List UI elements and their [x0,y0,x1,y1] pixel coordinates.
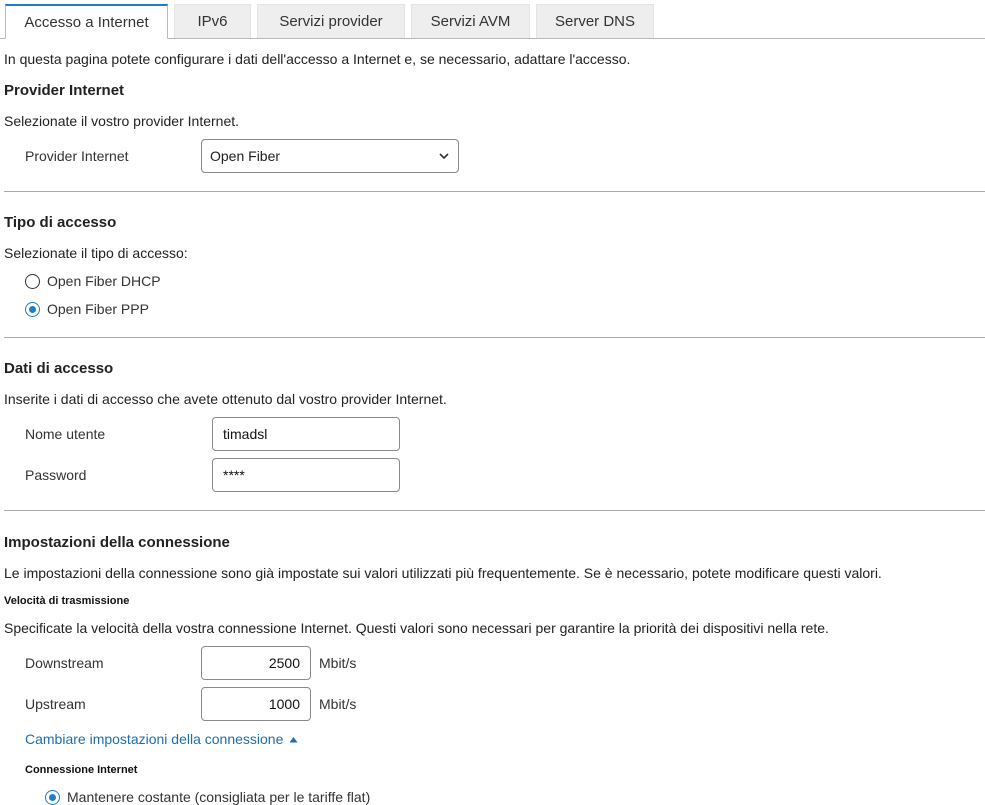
radio-label-keep-constant[interactable]: Mantenere costante (consigliata per le t… [67,789,370,805]
downstream-value: 2500 [268,655,300,671]
provider-selected-value: Open Fiber [210,148,281,164]
radio-open-fiber-ppp[interactable] [25,302,40,317]
tab-bar: Accesso a Internet IPv6 Servizi provider… [0,0,985,39]
tab-label: IPv6 [197,13,228,30]
downstream-unit: Mbit/s [319,655,357,671]
provider-select[interactable]: Open Fiber [201,139,459,173]
access-type-heading: Tipo di accesso [4,214,117,231]
change-connection-settings-link[interactable]: Cambiare impostazioni della connessione [25,731,298,747]
username-label: Nome utente [25,426,106,442]
tab-ipv6[interactable]: IPv6 [174,4,251,38]
tab-server-dns[interactable]: Server DNS [536,4,654,38]
credentials-heading: Dati di accesso [4,360,114,377]
username-value: timadsl [223,426,268,442]
divider [4,191,985,192]
connection-description: Le impostazioni della connessione sono g… [4,565,882,581]
tab-label: Servizi provider [279,13,383,30]
tab-label: Accesso a Internet [24,13,149,31]
internet-connection-heading: Connessione Internet [25,764,138,776]
provider-description: Selezionate il vostro provider Internet. [4,113,240,129]
provider-label: Provider Internet [25,148,129,164]
radio-keep-constant[interactable] [45,790,60,805]
radio-label-ppp[interactable]: Open Fiber PPP [47,301,149,317]
caret-up-icon [289,737,298,743]
speed-description: Specificate la velocità della vostra con… [4,620,829,636]
upstream-input[interactable]: 1000 [201,687,311,721]
tab-servizi-provider[interactable]: Servizi provider [257,4,405,38]
password-field[interactable]: **** [212,458,400,492]
provider-heading: Provider Internet [4,82,125,99]
radio-open-fiber-dhcp[interactable] [25,274,40,289]
tab-accesso-a-internet[interactable]: Accesso a Internet [5,4,168,39]
divider [4,510,985,511]
tab-label: Server DNS [554,13,636,30]
radio-label-dhcp[interactable]: Open Fiber DHCP [47,273,161,289]
downstream-label: Downstream [25,655,104,671]
tab-label: Servizi AVM [430,13,511,30]
credentials-description: Inserite i dati di accesso che avete ott… [4,391,447,407]
access-type-description: Selezionate il tipo di accesso: [4,245,188,261]
upstream-value: 1000 [268,696,300,712]
downstream-input[interactable]: 2500 [201,646,311,680]
password-value: **** [223,467,245,483]
password-label: Password [25,467,87,483]
tab-servizi-avm[interactable]: Servizi AVM [411,4,530,38]
upstream-label: Upstream [25,696,86,712]
change-connection-settings-label: Cambiare impostazioni della connessione [25,731,284,747]
connection-heading: Impostazioni della connessione [4,534,230,551]
chevron-down-icon [439,153,449,160]
speed-heading: Velocità di trasmissione [4,595,130,607]
username-field[interactable]: timadsl [212,417,400,451]
divider [4,337,985,338]
upstream-unit: Mbit/s [319,696,357,712]
page-intro: In questa pagina potete configurare i da… [4,51,631,67]
